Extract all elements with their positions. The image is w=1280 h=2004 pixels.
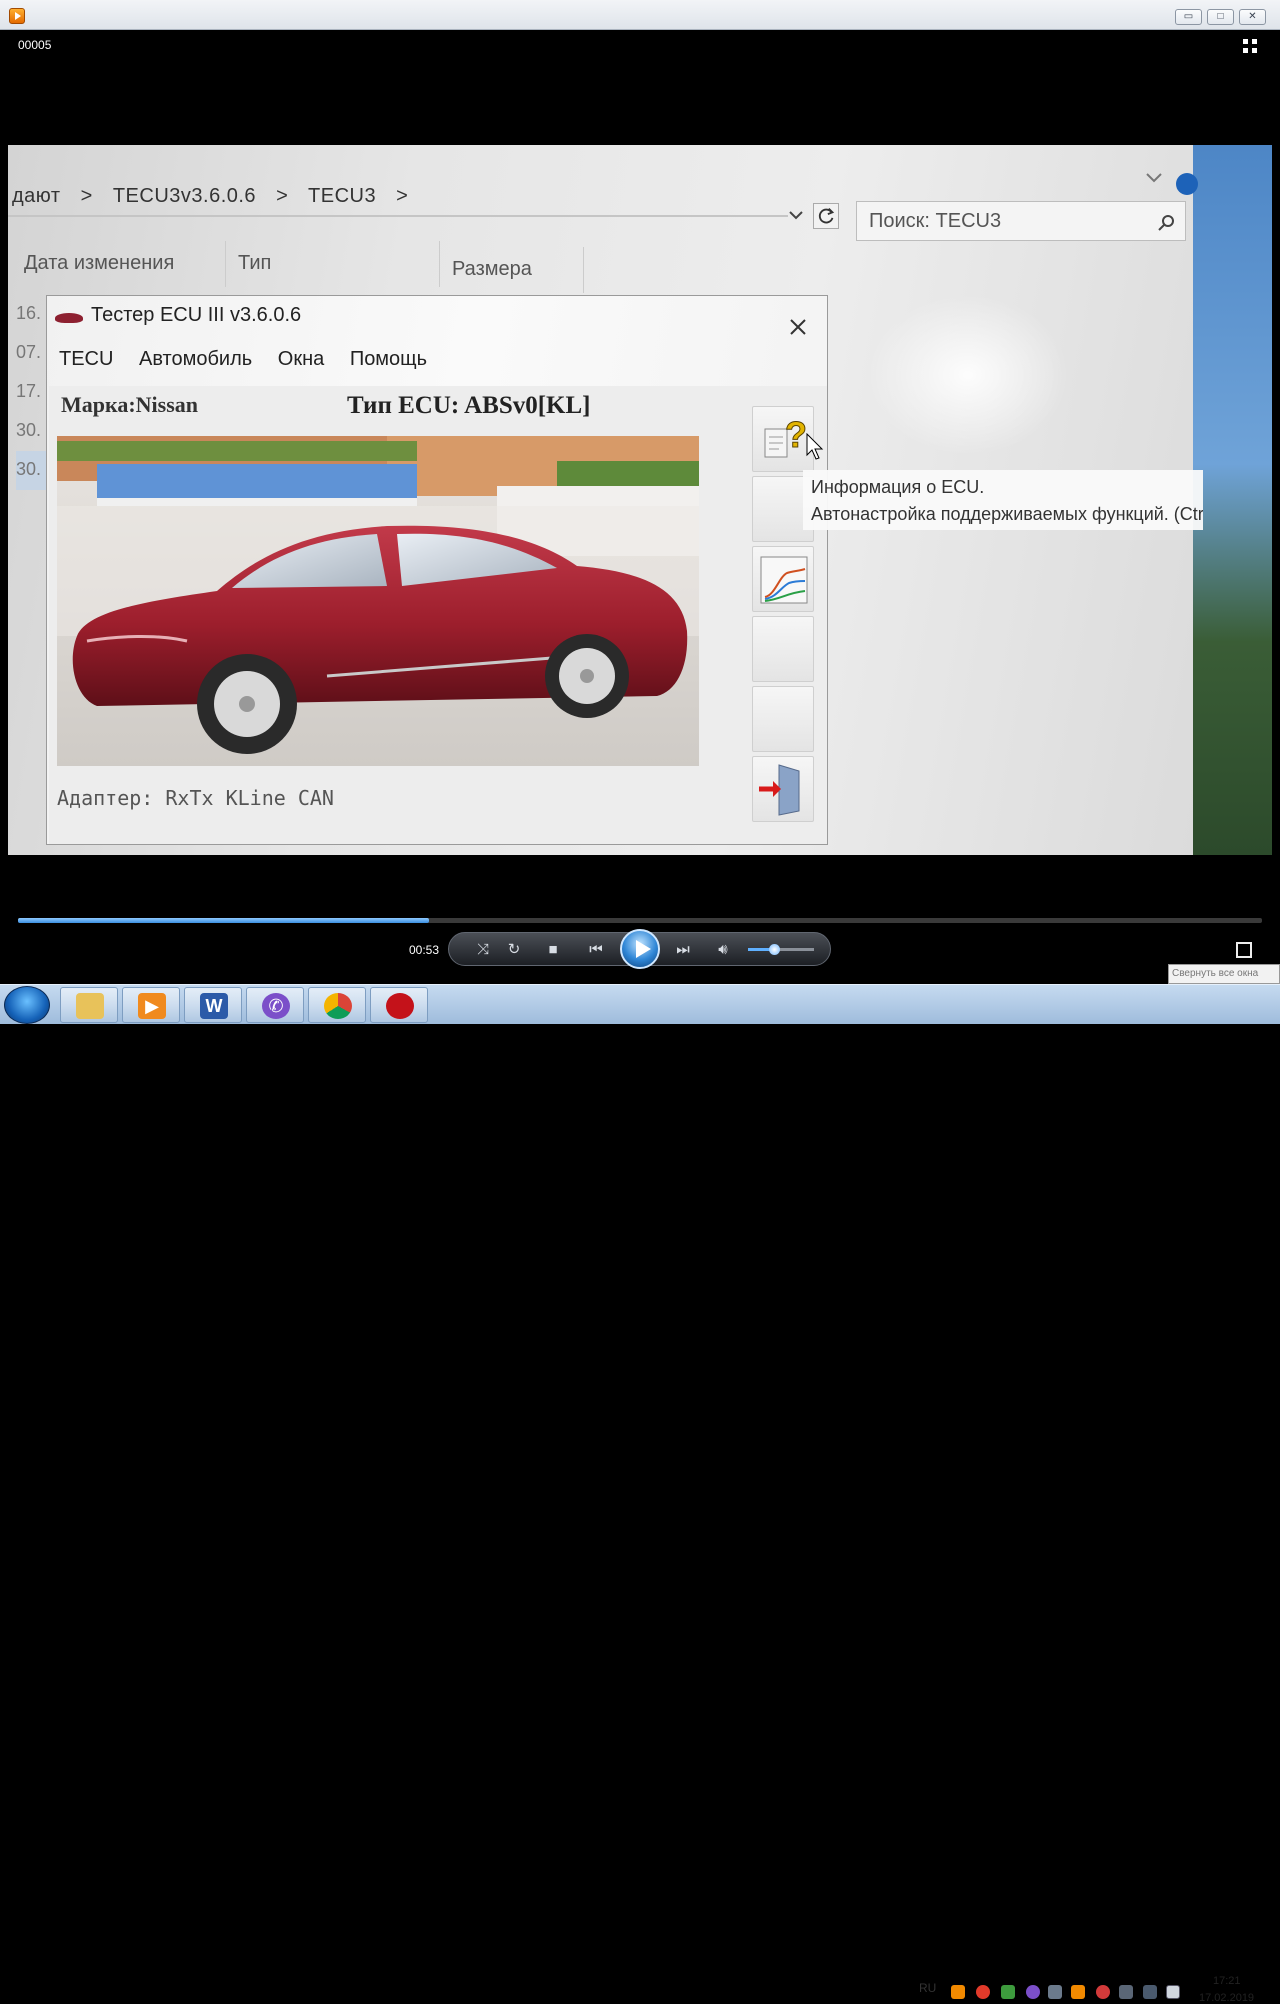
chevron-down-icon[interactable] [1145, 171, 1163, 185]
search-input[interactable]: Поиск: TECU3 [856, 201, 1186, 241]
menu-item-tecu[interactable]: TECU [59, 348, 113, 370]
close-button[interactable]: ✕ [1239, 9, 1266, 25]
taskbar: ▶ W ✆ RU 17:21 17.02.2019 [0, 984, 1280, 2004]
taskbar-item-word[interactable]: W [184, 987, 242, 1023]
ecu-panel: Марка:Nissan Тип ECU: ABSv0[KL] Адаптер:… [49, 386, 827, 844]
exit-button[interactable] [752, 756, 814, 822]
car-photo [57, 436, 699, 766]
tray-icon[interactable] [1001, 1985, 1015, 1999]
tray-network-icon[interactable] [1143, 1985, 1157, 1999]
breadcrumb-item[interactable]: TECU3v3.6.0.6 [113, 185, 256, 207]
seek-bar[interactable] [18, 918, 1262, 923]
breadcrumb-separator: > [276, 185, 289, 207]
tooltip-line: Информация о ECU. [811, 477, 985, 497]
search-placeholder: Поиск: TECU3 [869, 210, 1002, 232]
word-icon: W [200, 993, 228, 1019]
language-indicator[interactable]: RU [919, 1981, 936, 1995]
search-icon[interactable] [1157, 214, 1175, 232]
ecu-info-button[interactable]: ? [752, 406, 814, 472]
media-player-window: ▭ □ ✕ 00005 дают > TECU3v3.6.0.6 > TECU3… [0, 0, 1280, 984]
menu-bar: TECU Автомобиль Окна Помощь [59, 348, 447, 371]
tray-icon[interactable] [1096, 1985, 1110, 1999]
tecu-window: Тестер ECU III v3.6.0.6 TECU Автомобиль … [46, 295, 828, 845]
media-player-icon: ▶ [138, 993, 166, 1019]
menu-item-car[interactable]: Автомобиль [139, 348, 252, 370]
tray-viber-icon[interactable] [1026, 1985, 1040, 1999]
refresh-icon[interactable] [813, 203, 839, 229]
fullscreen-toggle-icon[interactable] [1242, 38, 1258, 54]
taskbar-item-viber[interactable]: ✆ [246, 987, 304, 1023]
column-header-date[interactable]: Дата изменения [16, 241, 226, 287]
breadcrumb-item[interactable]: TECU3 [308, 185, 376, 207]
chart-icon [760, 556, 808, 604]
tecu-app-icon [386, 993, 414, 1019]
switch-to-library-icon[interactable] [1236, 942, 1252, 958]
breadcrumb-separator: > [396, 185, 409, 207]
empty-tool-button[interactable] [752, 616, 814, 682]
column-header-size[interactable]: Размера [444, 247, 584, 293]
empty-tool-button[interactable] [752, 686, 814, 752]
ecu-type-label: Тип ECU: ABSv0[KL] [347, 392, 591, 419]
seek-bar-progress [18, 918, 429, 923]
taskbar-item-tecu[interactable] [370, 987, 428, 1023]
tray-icon[interactable] [1071, 1985, 1085, 1999]
minimize-button[interactable]: ▭ [1175, 9, 1202, 25]
help-question-icon: ? [764, 414, 808, 458]
tray-icon[interactable] [951, 1985, 965, 1999]
frame-counter: 00005 [18, 38, 52, 52]
adapter-label: Адаптер: RxTx KLine CAN [57, 786, 334, 810]
viber-icon: ✆ [262, 993, 290, 1019]
taskbar-item-explorer[interactable] [60, 987, 118, 1023]
next-icon[interactable]: ⏭ [671, 940, 695, 960]
tray-icon[interactable] [976, 1985, 990, 1999]
help-icon[interactable] [1176, 173, 1198, 195]
tray-speaker-icon[interactable] [1119, 1985, 1133, 1999]
tray-flag-icon[interactable] [1166, 1985, 1180, 1999]
start-button[interactable] [4, 986, 50, 1024]
close-icon[interactable] [787, 316, 809, 338]
svg-text:?: ? [785, 414, 807, 455]
tooltip-line: Автонастройка поддерживаемых функций. (C… [811, 504, 1203, 524]
taskbar-item-player[interactable]: ▶ [122, 987, 180, 1023]
folder-icon [76, 993, 104, 1019]
player-app-icon [9, 8, 25, 24]
playback-time: 00:53 [409, 943, 440, 957]
tray-volume-icon[interactable] [1048, 1985, 1062, 1999]
clock-time[interactable]: 17:21 [1213, 1975, 1241, 1987]
show-desktop-tooltip: Свернуть все окна [1168, 964, 1280, 984]
title-bar[interactable]: ▭ □ ✕ [0, 0, 1280, 30]
maximize-button[interactable]: □ [1207, 9, 1234, 25]
car-make-label: Марка:Nissan [61, 392, 199, 417]
address-bar-underline [8, 215, 788, 217]
stop-icon[interactable]: ■ [542, 940, 564, 960]
desktop-wallpaper-strip [1193, 145, 1272, 855]
repeat-icon[interactable]: ↻ [503, 940, 525, 960]
volume-icon[interactable]: 🔊︎ [712, 940, 734, 960]
shuffle-icon[interactable]: ⤨ [472, 940, 494, 960]
video-area[interactable]: 00005 дают > TECU3v3.6.0.6 > TECU3 > Пои… [8, 30, 1272, 910]
breadcrumb-item[interactable]: дают [12, 185, 61, 207]
filmed-screen: дают > TECU3v3.6.0.6 > TECU3 > Поиск: TE… [8, 145, 1272, 855]
breadcrumb-separator: > [80, 185, 93, 207]
tooltip: Информация о ECU. Автонастройка поддержи… [803, 470, 1203, 530]
chrome-icon [324, 993, 352, 1019]
volume-slider[interactable] [748, 944, 814, 955]
mouse-cursor-icon [806, 433, 824, 460]
exit-door-icon [759, 764, 800, 816]
clock-date[interactable]: 17.02.2019 [1199, 1992, 1254, 2004]
menu-item-windows[interactable]: Окна [278, 348, 324, 370]
window-title: Тестер ECU III v3.6.0.6 [91, 304, 302, 326]
taskbar-item-chrome[interactable] [308, 987, 366, 1023]
breadcrumb: дают > TECU3v3.6.0.6 > TECU3 > [12, 185, 422, 208]
menu-item-help[interactable]: Помощь [350, 348, 427, 370]
column-header-type[interactable]: Тип [230, 241, 440, 287]
play-button[interactable] [620, 929, 660, 969]
tecu-logo-icon [55, 313, 83, 323]
charts-button[interactable] [752, 546, 814, 612]
column-headers: Дата изменения Тип Размера [8, 241, 1198, 293]
chevron-down-icon[interactable] [788, 207, 804, 223]
screen-glare [868, 295, 1068, 455]
previous-icon[interactable]: ⏮ [584, 940, 608, 960]
